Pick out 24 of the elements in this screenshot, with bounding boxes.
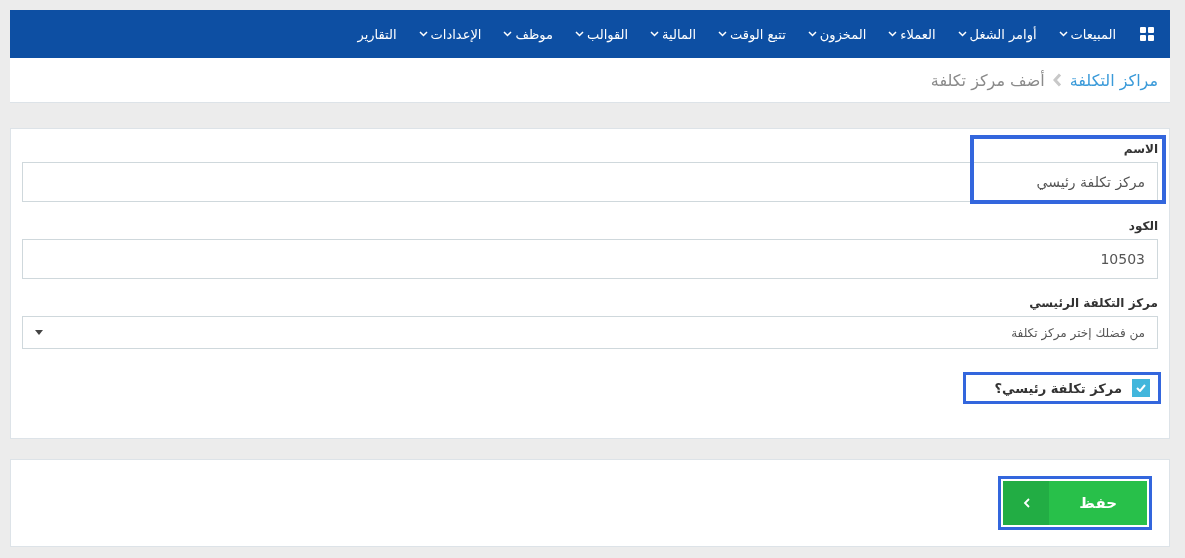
nav-menu-item[interactable]: المبيعات xyxy=(1070,26,1116,42)
nav-menu-item[interactable]: المخزون xyxy=(819,26,867,42)
nav-menu-item[interactable]: موظف xyxy=(515,26,553,42)
checkbox[interactable] xyxy=(1132,379,1150,397)
checkbox-label: مركز تكلفة رئيسي؟ xyxy=(994,380,1122,396)
apps-grid-icon[interactable] xyxy=(1140,27,1154,41)
field-label: مركز التكلفة الرئيسي xyxy=(1028,296,1158,310)
chevron-icon xyxy=(1022,498,1030,508)
chevron-icon xyxy=(1052,73,1062,87)
nav-menu-item[interactable]: تتبع الوقت xyxy=(730,26,786,42)
field-label: الاسم xyxy=(1122,142,1158,156)
nav-menu-item[interactable]: التقارير xyxy=(357,26,397,42)
nav-menu-item[interactable]: الإعدادات xyxy=(430,26,482,42)
nav-menu-item[interactable]: أوامر الشغل xyxy=(969,26,1037,42)
nav-menu-item[interactable]: المالية xyxy=(662,26,696,42)
caret-down-icon xyxy=(35,330,43,335)
nav-menu-item[interactable]: العملاء xyxy=(900,26,936,42)
field-label: الكود xyxy=(1127,219,1158,233)
checkmark-icon xyxy=(1136,384,1146,392)
input-field[interactable]: مركز تكلفة رئيسي xyxy=(22,162,1158,202)
nav-menu-item[interactable]: القوالب xyxy=(586,26,629,42)
breadcrumb-current: أضف مركز تكلفة xyxy=(930,70,1045,90)
select-field[interactable]: من فضلك إختر مركز تكلفة xyxy=(22,316,1158,349)
input-field[interactable]: 10503 xyxy=(22,239,1158,279)
